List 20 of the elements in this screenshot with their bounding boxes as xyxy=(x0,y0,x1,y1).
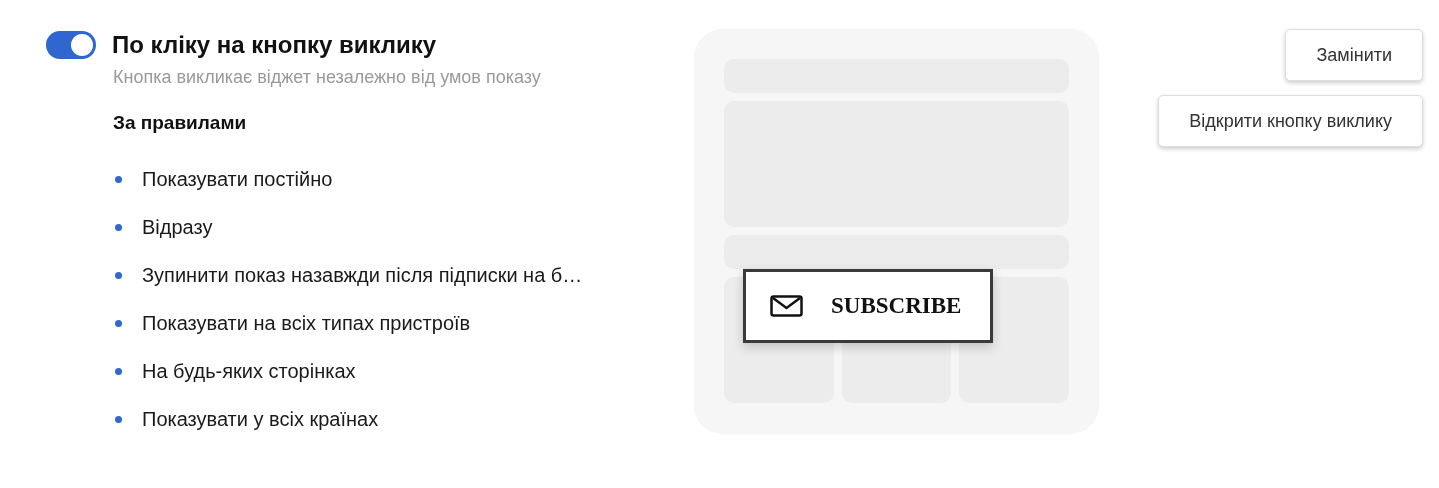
bullet-icon xyxy=(115,416,122,423)
action-button[interactable]: Відкрити кнопку виклику xyxy=(1158,95,1423,147)
rule-text: Показувати у всіх країнах xyxy=(142,408,379,431)
rule-text: Зупинити показ назавжди після підписки на б… xyxy=(142,264,583,287)
section-description: Кнопка викликає віджет незалежно від умов показу xyxy=(113,67,542,88)
rule-text: Показувати на всіх типах пристроїв xyxy=(142,312,471,335)
rules-heading: За правилами xyxy=(113,112,248,134)
bullet-icon xyxy=(115,272,122,279)
bullet-icon xyxy=(115,320,122,327)
bullet-icon xyxy=(115,368,122,375)
subscribe-label: SUBSCRIBE xyxy=(831,293,962,319)
rule-text: Показувати постійно xyxy=(142,168,333,191)
toggle-switch[interactable] xyxy=(46,31,96,59)
envelope-icon xyxy=(770,295,803,317)
rule-text: Відразу xyxy=(142,216,213,239)
bullet-icon xyxy=(115,224,122,231)
section-title: По кліку на кнопку виклику xyxy=(112,31,437,59)
rule-text: На будь-яких сторінках xyxy=(142,360,356,383)
action-button[interactable]: Замінити xyxy=(1285,29,1423,81)
bullet-icon xyxy=(115,176,122,183)
